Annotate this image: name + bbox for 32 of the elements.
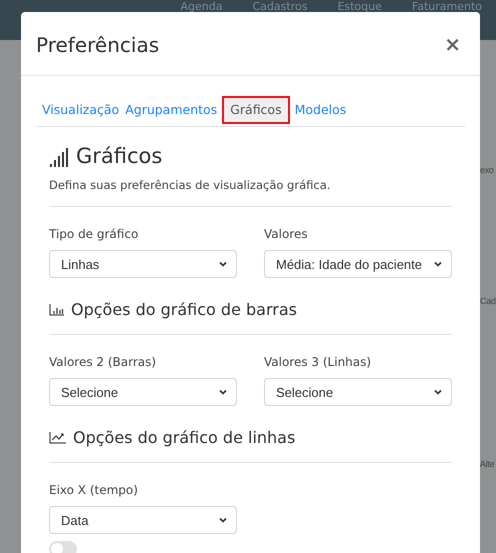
dropdown[interactable]: Selecione bbox=[49, 378, 237, 406]
tab[interactable]: Visualização bbox=[41, 96, 120, 124]
chevron-down-icon bbox=[433, 259, 443, 270]
tab[interactable]: Agrupamentos bbox=[124, 96, 218, 124]
close-button[interactable]: × bbox=[444, 34, 461, 54]
section-heading: Gráficos bbox=[76, 146, 162, 167]
dialog-title: Preferências bbox=[36, 32, 160, 59]
dropdown[interactable]: Data bbox=[49, 506, 237, 534]
background-text: Cad bbox=[480, 297, 496, 306]
line-chart-icon bbox=[49, 432, 67, 444]
field-label: Valores 3 (Linhas) bbox=[264, 354, 372, 372]
section-heading: Opções do gráfico de linhas bbox=[73, 427, 296, 450]
background-text: exo bbox=[480, 166, 494, 175]
section-heading: Opções do gráfico de barras bbox=[71, 299, 297, 322]
chevron-down-icon bbox=[218, 259, 228, 270]
bar-chart-icon bbox=[49, 304, 65, 316]
tab[interactable]: Modelos bbox=[294, 96, 348, 124]
tab[interactable]: Gráficos bbox=[222, 96, 290, 124]
field-label: Tipo de gráfico bbox=[49, 226, 140, 244]
chevron-down-icon bbox=[218, 515, 228, 526]
dropdown[interactable]: Selecione bbox=[264, 378, 452, 406]
description: Defina suas preferências de visualização gráfica. bbox=[49, 177, 332, 194]
background-text: Alte bbox=[480, 460, 494, 469]
signal-bars-icon bbox=[49, 147, 71, 167]
dropdown[interactable]: Média: Idade do paciente bbox=[264, 250, 452, 278]
field-label: Eixo X (tempo) bbox=[49, 482, 139, 500]
field-label: Valores bbox=[264, 226, 309, 244]
toggle-switch[interactable] bbox=[49, 541, 77, 553]
chevron-down-icon bbox=[433, 387, 443, 398]
field-label: Valores 2 (Barras) bbox=[49, 354, 158, 372]
chevron-down-icon bbox=[218, 387, 228, 398]
dropdown[interactable]: Linhas bbox=[49, 250, 237, 278]
